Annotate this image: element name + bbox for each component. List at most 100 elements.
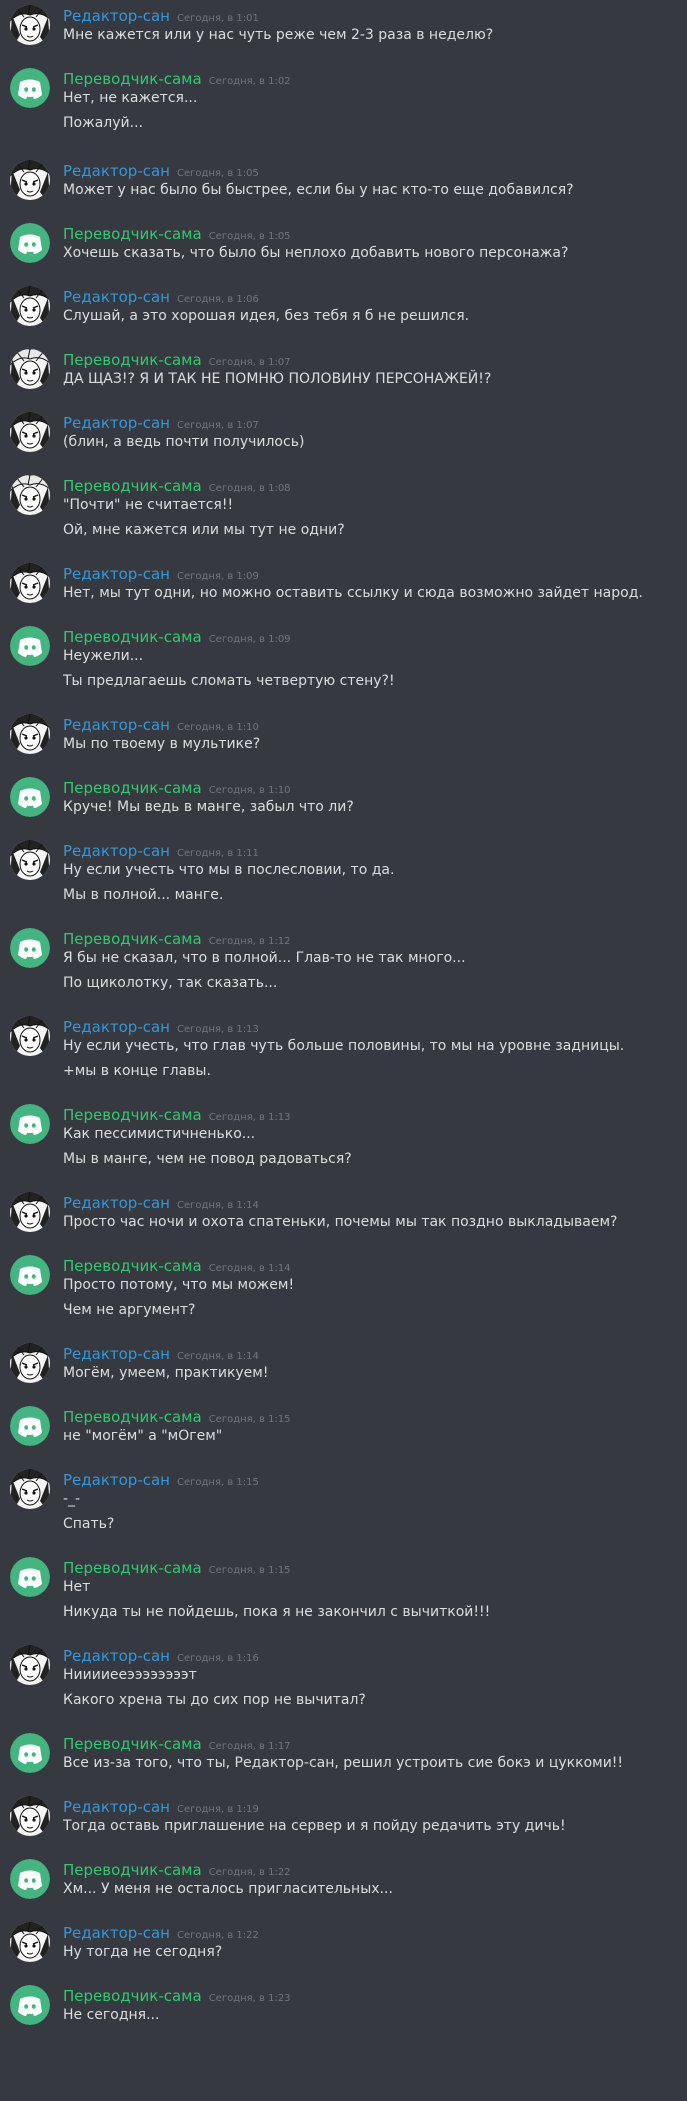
message-header: Редактор-сан Сегодня, в 1:22: [63, 1922, 259, 1944]
message-text: Слушай, а это хорошая идея, без тебя я б…: [63, 308, 470, 324]
manga-character-avatar-icon[interactable]: [10, 1645, 50, 1685]
timestamp: Сегодня, в 1:01: [177, 13, 259, 24]
chat-message: Редактор-сан Сегодня, в 1:01 Мне кажется и…: [0, 5, 687, 50]
username[interactable]: Редактор-сан: [63, 1798, 170, 1816]
username[interactable]: Редактор-сан: [63, 1018, 170, 1036]
username[interactable]: Редактор-сан: [63, 1345, 170, 1363]
timestamp: Сегодня, в 1:15: [208, 1565, 291, 1576]
manga-character-avatar-icon[interactable]: [10, 160, 50, 200]
timestamp: Сегодня, в 1:22: [177, 1930, 259, 1941]
chat-log: Редактор-сан Сегодня, в 1:01 Мне кажется и…: [0, 0, 687, 2101]
message-text: -_-: [63, 1491, 81, 1507]
username[interactable]: Редактор-сан: [63, 1647, 170, 1665]
manga-character-avatar-icon[interactable]: [10, 563, 50, 603]
message-text: Нет: [63, 1579, 91, 1595]
timestamp: Сегодня, в 1:06: [177, 294, 259, 305]
message-text: Неужели...: [63, 648, 144, 664]
message-header: Редактор-сан Сегодня, в 1:14: [63, 1192, 259, 1214]
manga-character-avatar-icon[interactable]: [10, 1343, 50, 1383]
username[interactable]: Переводчик-сама: [63, 225, 202, 243]
message-text: Как пессимистичненько...: [63, 1126, 256, 1142]
manga-character-avatar-icon[interactable]: [10, 412, 50, 452]
manga-character-avatar-icon[interactable]: [10, 349, 50, 389]
discord-logo-icon[interactable]: [10, 1859, 50, 1899]
chat-message: Редактор-сан Сегодня, в 1:11 Ну если учест…: [0, 840, 687, 910]
message-header: Переводчик-сама Сегодня, в 1:02: [63, 68, 291, 90]
message-header: Переводчик-сама Сегодня, в 1:14: [63, 1255, 291, 1277]
discord-logo-icon[interactable]: [10, 777, 50, 817]
message-text: По щиколотку, так сказать...: [63, 975, 278, 991]
username[interactable]: Переводчик-сама: [63, 70, 202, 88]
message-header: Редактор-сан Сегодня, в 1:14: [63, 1343, 259, 1365]
chat-message: Редактор-сан Сегодня, в 1:06 Слушай, а это…: [0, 286, 687, 331]
username[interactable]: Переводчик-сама: [63, 1257, 202, 1275]
username[interactable]: Редактор-сан: [63, 288, 170, 306]
username[interactable]: Редактор-сан: [63, 7, 170, 25]
message-text: Мне кажется или у нас чуть реже чем 2-3 …: [63, 27, 494, 43]
username[interactable]: Редактор-сан: [63, 842, 170, 860]
message-text: Ой, мне кажется или мы тут не одни?: [63, 522, 345, 538]
discord-logo-icon[interactable]: [10, 928, 50, 968]
manga-character-avatar-icon[interactable]: [10, 475, 50, 515]
message-text: Ну если учесть, что глав чуть больше пол…: [63, 1038, 625, 1054]
timestamp: Сегодня, в 1:12: [208, 936, 291, 947]
message-header: Переводчик-сама Сегодня, в 1:13: [63, 1104, 291, 1126]
username[interactable]: Переводчик-сама: [63, 1408, 202, 1426]
message-text: Просто потому, что мы можем!: [63, 1277, 295, 1293]
manga-character-avatar-icon[interactable]: [10, 1922, 50, 1962]
manga-character-avatar-icon[interactable]: [10, 5, 50, 45]
username[interactable]: Переводчик-сама: [63, 1559, 202, 1577]
discord-logo-icon[interactable]: [10, 1104, 50, 1144]
message-header: Редактор-сан Сегодня, в 1:16: [63, 1645, 259, 1667]
username[interactable]: Переводчик-сама: [63, 477, 202, 495]
username[interactable]: Редактор-сан: [63, 565, 170, 583]
message-header: Переводчик-сама Сегодня, в 1:08: [63, 475, 291, 497]
discord-logo-icon[interactable]: [10, 1406, 50, 1446]
message-text: Нет, мы тут одни, но можно оставить ссыл…: [63, 585, 643, 601]
username[interactable]: Переводчик-сама: [63, 351, 202, 369]
username[interactable]: Переводчик-сама: [63, 628, 202, 646]
message-text: Не сегодня...: [63, 2007, 160, 2023]
timestamp: Сегодня, в 1:14: [177, 1200, 259, 1211]
username[interactable]: Переводчик-сама: [63, 1861, 202, 1879]
manga-character-avatar-icon[interactable]: [10, 1469, 50, 1509]
username[interactable]: Переводчик-сама: [63, 1987, 202, 2005]
manga-character-avatar-icon[interactable]: [10, 1796, 50, 1836]
manga-character-avatar-icon[interactable]: [10, 840, 50, 880]
username[interactable]: Редактор-сан: [63, 1471, 170, 1489]
username[interactable]: Редактор-сан: [63, 1194, 170, 1212]
discord-logo-icon[interactable]: [10, 1557, 50, 1597]
manga-character-avatar-icon[interactable]: [10, 714, 50, 754]
discord-logo-icon[interactable]: [10, 1733, 50, 1773]
discord-logo-icon[interactable]: [10, 626, 50, 666]
chat-message: Редактор-сан Сегодня, в 1:10 Мы по твоему …: [0, 714, 687, 759]
username[interactable]: Редактор-сан: [63, 162, 170, 180]
username[interactable]: Редактор-сан: [63, 1924, 170, 1942]
discord-logo-icon[interactable]: [10, 68, 50, 108]
discord-logo-icon[interactable]: [10, 223, 50, 263]
username[interactable]: Переводчик-сама: [63, 1735, 202, 1753]
message-header: Редактор-сан Сегодня, в 1:05: [63, 160, 259, 182]
chat-message: Переводчик-сама Сегодня, в 1:02 Нет, не ка…: [0, 68, 687, 138]
timestamp: Сегодня, в 1:09: [177, 571, 259, 582]
message-header: Редактор-сан Сегодня, в 1:10: [63, 714, 259, 736]
timestamp: Сегодня, в 1:15: [208, 1414, 291, 1425]
chat-message: Редактор-сан Сегодня, в 1:15 -_- Спать?: [0, 1469, 687, 1539]
username[interactable]: Редактор-сан: [63, 716, 170, 734]
discord-logo-icon[interactable]: [10, 1255, 50, 1295]
username[interactable]: Переводчик-сама: [63, 930, 202, 948]
message-text: Все из-за того, что ты, Редактор-сан, ре…: [63, 1755, 624, 1771]
manga-character-avatar-icon[interactable]: [10, 286, 50, 326]
manga-character-avatar-icon[interactable]: [10, 1016, 50, 1056]
timestamp: Сегодня, в 1:07: [208, 357, 291, 368]
username[interactable]: Редактор-сан: [63, 414, 170, 432]
manga-character-avatar-icon[interactable]: [10, 1192, 50, 1232]
message-text: +мы в конце главы.: [63, 1063, 211, 1079]
username[interactable]: Переводчик-сама: [63, 779, 202, 797]
message-header: Редактор-сан Сегодня, в 1:09: [63, 563, 259, 585]
message-text: Я бы не сказал, что в полной... Глав-то …: [63, 950, 466, 966]
discord-logo-icon[interactable]: [10, 1985, 50, 2025]
message-text: Ну если учесть что мы в послесловии, то …: [63, 862, 395, 878]
timestamp: Сегодня, в 1:05: [208, 231, 291, 242]
username[interactable]: Переводчик-сама: [63, 1106, 202, 1124]
